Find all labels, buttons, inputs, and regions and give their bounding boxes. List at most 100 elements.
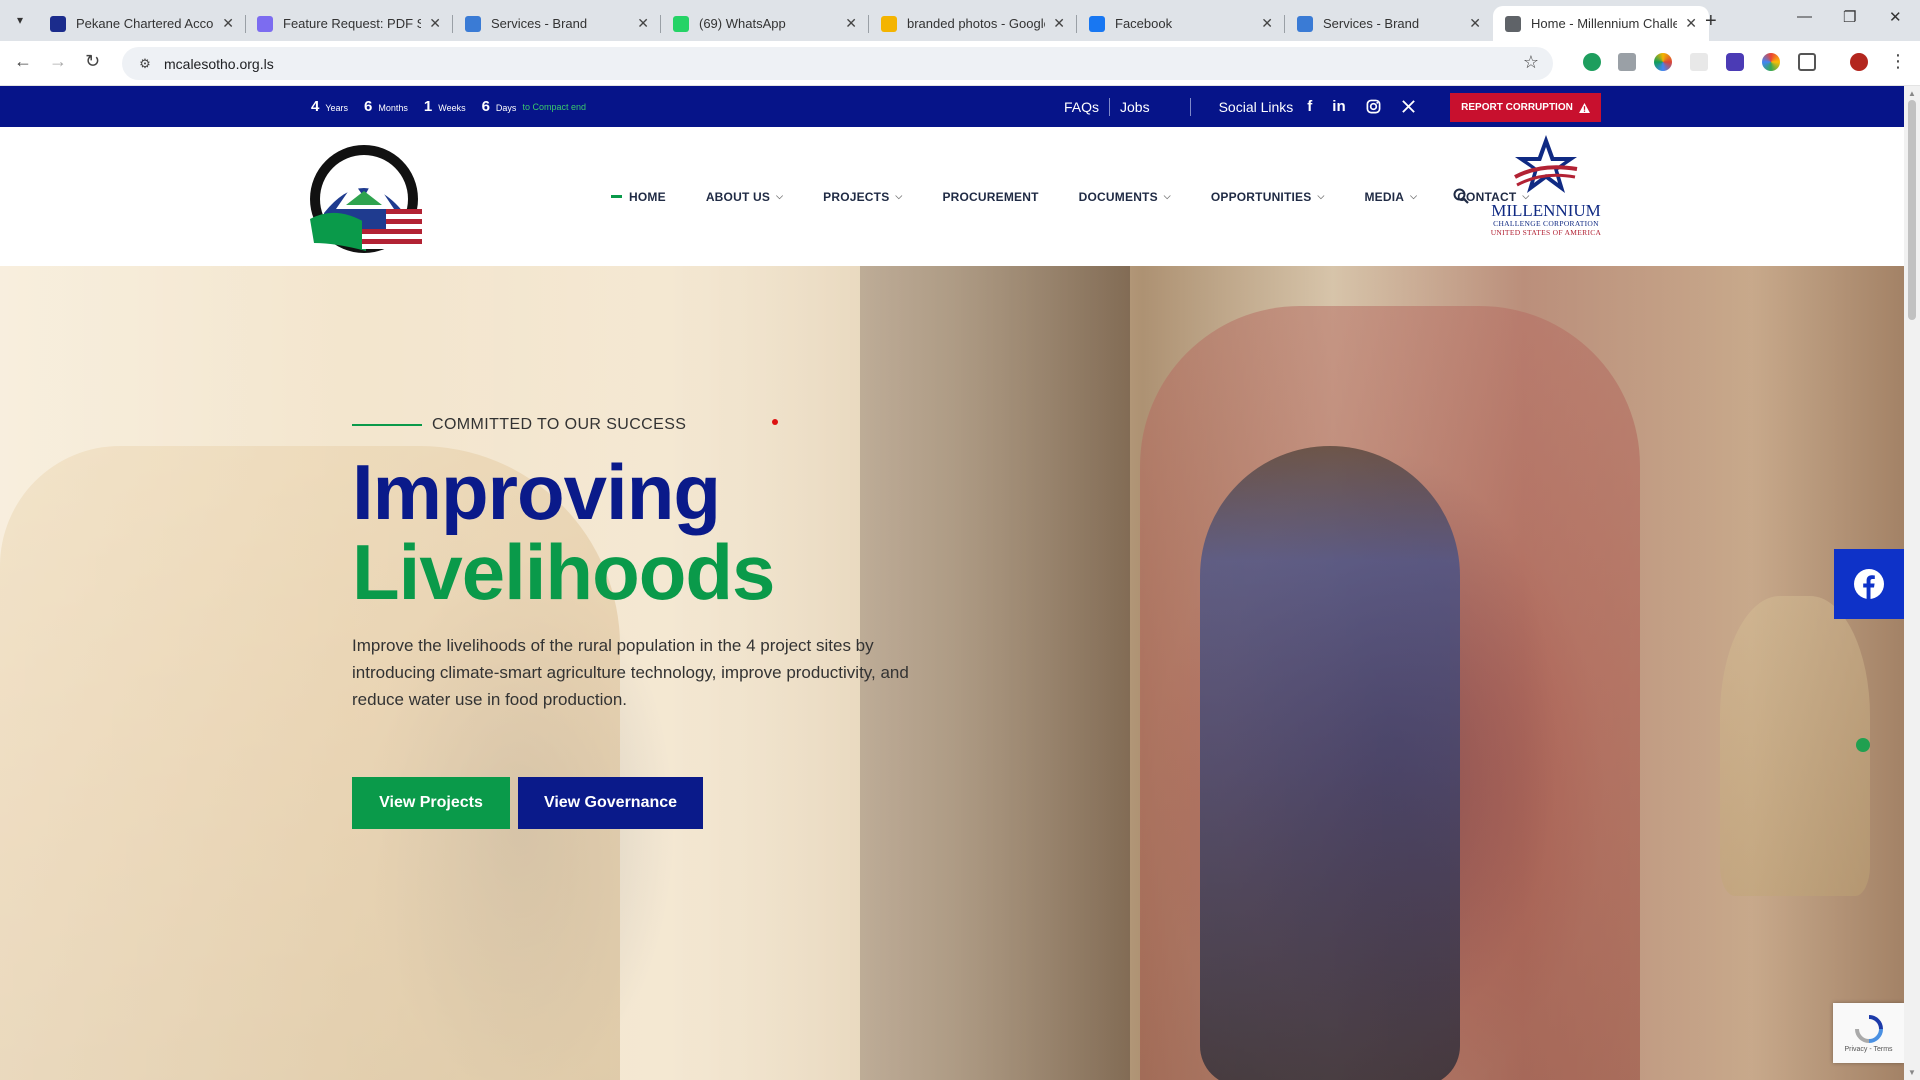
floating-facebook-button[interactable] (1834, 549, 1904, 619)
photos-extension-icon[interactable] (1762, 53, 1780, 71)
hero-content: COMMITTED TO OUR SUCCESS Improving Livel… (352, 416, 952, 829)
facebook-icon[interactable]: f (1307, 98, 1312, 115)
restore-icon[interactable]: ❐ (1843, 8, 1856, 26)
browser-tab[interactable]: branded photos - Google ✕ (869, 6, 1077, 41)
countdown-number: 6 (364, 98, 373, 115)
globe-icon (1505, 15, 1521, 32)
view-projects-button[interactable]: View Projects (352, 777, 510, 829)
site-info-icon[interactable]: ⚙ (136, 55, 154, 73)
linkedin-icon[interactable]: in (1332, 98, 1345, 115)
nav-label: MEDIA (1364, 189, 1405, 204)
countdown-unit: Months (378, 103, 408, 113)
forward-icon[interactable]: → (49, 51, 67, 72)
close-tab-icon[interactable]: ✕ (1685, 15, 1697, 32)
minimize-icon[interactable]: — (1797, 8, 1812, 25)
reload-icon[interactable]: ↻ (85, 51, 100, 72)
nav-projects[interactable]: PROJECTS ⌵ (823, 190, 902, 204)
blank-extension-icon[interactable] (1690, 53, 1708, 71)
canva-icon (257, 15, 273, 32)
recaptcha-text[interactable]: Privacy - Terms (1844, 1046, 1892, 1053)
search-icon[interactable] (1453, 188, 1469, 204)
mca-lesotho-logo[interactable] (306, 143, 424, 255)
tab-title: Feature Request: PDF Sup (283, 16, 422, 31)
warning-icon (1578, 102, 1590, 113)
close-tab-icon[interactable]: ✕ (222, 15, 234, 32)
url-text[interactable]: mcalesotho.org.ls (164, 56, 274, 72)
nav-label: PROCUREMENT (942, 189, 1039, 204)
close-tab-icon[interactable]: ✕ (845, 15, 857, 32)
brand-icon (1297, 15, 1313, 32)
nav-label: DOCUMENTS (1078, 189, 1158, 204)
scrollbar-thumb[interactable] (1908, 100, 1916, 320)
back-icon[interactable]: ← (14, 51, 32, 72)
countdown-number: 6 (481, 98, 490, 115)
webpage: 4 Years 6 Months 1 Weeks 6 Days to Compa… (0, 86, 1904, 1080)
close-tab-icon[interactable]: ✕ (1053, 15, 1065, 32)
chevron-down-icon: ⌵ (776, 191, 784, 201)
browser-tab[interactable]: Pekane Chartered Accoun ✕ (38, 6, 246, 41)
close-tab-icon[interactable]: ✕ (637, 15, 649, 32)
chevron-down-icon: ⌵ (1410, 191, 1418, 201)
faqs-link[interactable]: FAQs (1054, 99, 1109, 115)
page-scrollbar[interactable]: ▲ ▼ (1904, 86, 1920, 1080)
camera-extension-icon[interactable] (1618, 53, 1636, 71)
mcc-country: UNITED STATES OF AMERICA (1490, 228, 1602, 237)
nav-procurement[interactable]: PROCUREMENT (942, 190, 1038, 204)
mcc-star-icon (1514, 135, 1578, 193)
eyebrow-text: COMMITTED TO OUR SUCCESS (432, 416, 687, 433)
countdown-number: 4 (311, 98, 320, 115)
browser-tab[interactable]: (69) WhatsApp ✕ (661, 6, 869, 41)
browser-tab[interactable]: Facebook ✕ (1077, 6, 1285, 41)
scroll-down-icon[interactable]: ▼ (1908, 1068, 1916, 1077)
chevron-down-icon: ⌵ (1163, 191, 1171, 201)
nav-documents[interactable]: DOCUMENTS ⌵ (1079, 190, 1171, 204)
eyebrow-line (352, 424, 422, 426)
mcc-logo[interactable]: MILLENNIUM CHALLENGE CORPORATION UNITED … (1490, 133, 1602, 245)
browser-tab[interactable]: Services - Brand ✕ (453, 6, 661, 41)
nav-label: PROJECTS (823, 189, 890, 204)
facebook-icon (1089, 15, 1105, 32)
nav-about-us[interactable]: ABOUT US ⌵ (706, 190, 783, 204)
report-corruption-button[interactable]: REPORT CORRUPTION (1450, 93, 1601, 122)
jobs-link[interactable]: Jobs (1110, 99, 1160, 115)
close-tab-icon[interactable]: ✕ (1469, 15, 1481, 32)
hero-banner: COMMITTED TO OUR SUCCESS Improving Livel… (0, 266, 1904, 1080)
close-tab-icon[interactable]: ✕ (1261, 15, 1273, 32)
instagram-icon[interactable] (1366, 99, 1381, 114)
compact-countdown: 4 Years 6 Months 1 Weeks 6 Days to Compa… (311, 86, 586, 127)
nav-media[interactable]: MEDIA ⌵ (1364, 190, 1417, 204)
address-bar[interactable]: ⚙ mcalesotho.org.ls ☆ (122, 47, 1553, 80)
badge-extension-icon[interactable] (1726, 53, 1744, 71)
view-governance-button[interactable]: View Governance (518, 777, 703, 829)
hero-title-line2: Livelihoods (352, 528, 775, 616)
tab-title: Services - Brand (1323, 16, 1420, 31)
extensions-puzzle-icon[interactable] (1798, 53, 1816, 71)
site-header: HOME ABOUT US ⌵ PROJECTS ⌵ PROCUREMENT DOC… (0, 127, 1904, 266)
x-twitter-icon[interactable] (1401, 99, 1416, 114)
nav-opportunities[interactable]: OPPORTUNITIES ⌵ (1211, 190, 1325, 204)
bookmark-star-icon[interactable]: ☆ (1523, 52, 1539, 73)
report-corruption-label: REPORT CORRUPTION (1461, 102, 1573, 113)
scroll-up-icon[interactable]: ▲ (1908, 89, 1916, 98)
countdown-unit: Years (325, 103, 349, 113)
google-drive-icon (881, 15, 897, 32)
color-extension-icon[interactable] (1654, 53, 1672, 71)
countdown-unit: Days (495, 103, 517, 113)
browser-tab[interactable]: Services - Brand ✕ (1285, 6, 1493, 41)
hero-title-line1: Improving (352, 448, 721, 536)
browser-toolbar: ← → ↻ ⚙ mcalesotho.org.ls ☆ ⋮ (0, 41, 1920, 86)
mcc-name: MILLENNIUM (1491, 201, 1601, 220)
browser-tab-strip: ▾ Pekane Chartered Accoun ✕ Feature Reques… (0, 0, 1920, 41)
new-tab-button[interactable]: + (1705, 10, 1717, 33)
grammarly-extension-icon[interactable] (1583, 53, 1601, 71)
browser-tab[interactable]: Feature Request: PDF Sup ✕ (245, 6, 453, 41)
countdown-suffix: to Compact end (522, 101, 586, 112)
recaptcha-badge[interactable]: Privacy - Terms (1833, 1003, 1904, 1063)
close-window-icon[interactable]: ✕ (1889, 8, 1902, 26)
nav-home[interactable]: HOME (611, 190, 666, 204)
tab-search-button[interactable]: ▾ (8, 8, 32, 32)
browser-menu-icon[interactable]: ⋮ (1889, 51, 1907, 72)
close-tab-icon[interactable]: ✕ (429, 15, 441, 32)
profile-avatar[interactable] (1850, 53, 1868, 71)
browser-tab[interactable]: Home - Millennium Challe ✕ (1493, 6, 1709, 41)
